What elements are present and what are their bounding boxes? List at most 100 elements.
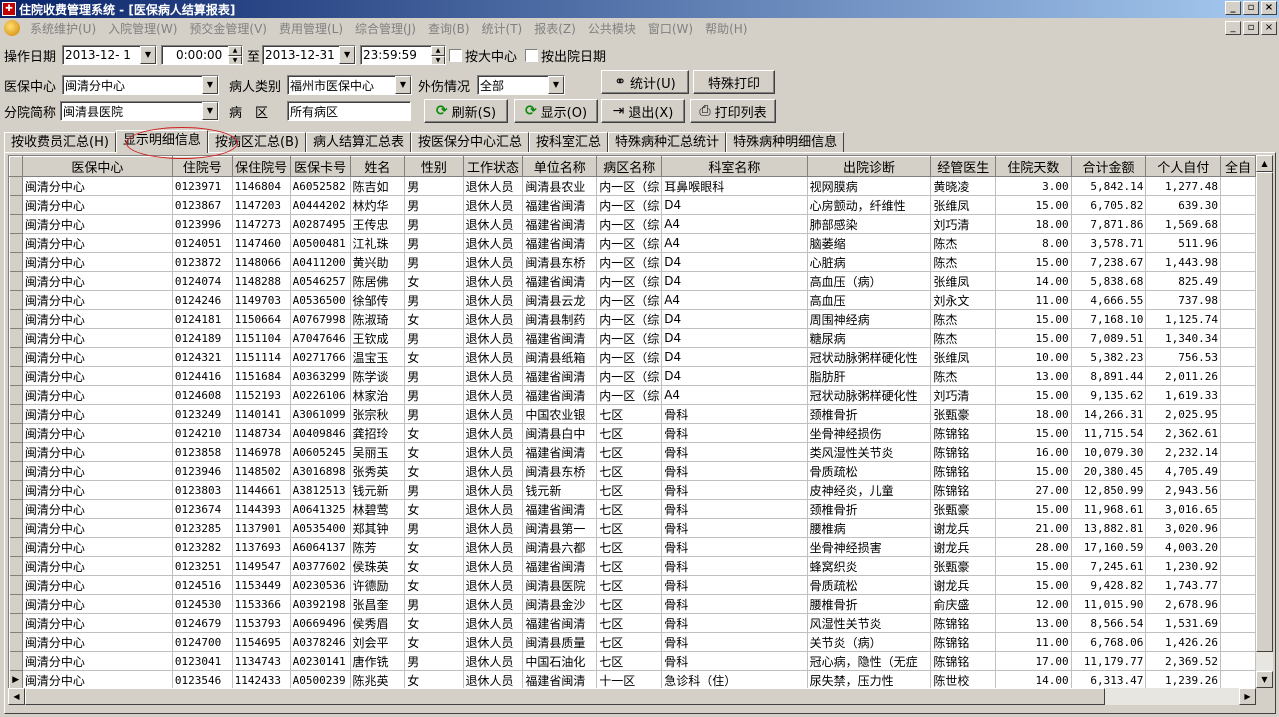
- table-cell[interactable]: 陈杰: [930, 309, 997, 329]
- special-print-button[interactable]: 特殊打印: [693, 70, 775, 94]
- table-cell[interactable]: 闽清县医院: [522, 575, 598, 595]
- col-header[interactable]: 科室名称: [661, 156, 808, 177]
- ward-input[interactable]: 所有病区: [287, 101, 411, 121]
- table-cell[interactable]: 退休人员: [463, 499, 524, 519]
- table-row[interactable]: 闽清分中心 0123041 1134743 A0230141 唐作铣男退休人员 中国石油化…: [9, 651, 1256, 671]
- table-cell[interactable]: D4: [661, 309, 808, 329]
- table-cell[interactable]: 4,705.49: [1145, 461, 1221, 481]
- row-indicator[interactable]: [9, 651, 23, 671]
- table-cell[interactable]: [1220, 594, 1256, 614]
- table-row[interactable]: 闽清分中心 0124074 1148288 A0546257 陈居佛女退休人员 福建省闽清…: [9, 271, 1256, 291]
- table-cell[interactable]: 女: [404, 613, 464, 633]
- table-cell[interactable]: 冠心病，隐性（无症: [807, 651, 932, 671]
- table-cell[interactable]: A0409846: [290, 423, 351, 443]
- table-cell[interactable]: 张昌奎: [350, 594, 406, 614]
- table-cell[interactable]: 男: [404, 518, 464, 538]
- table-cell[interactable]: 唐作铣: [350, 651, 406, 671]
- table-cell[interactable]: 七区: [596, 518, 663, 538]
- table-cell[interactable]: A4: [661, 233, 808, 253]
- table-cell[interactable]: 闽清分中心: [22, 594, 173, 614]
- table-cell[interactable]: 闽清分中心: [22, 366, 173, 386]
- table-row[interactable]: 闽清分中心 0124210 1148734 A0409846 龚招玲女退休人员 闽清县白中…: [9, 423, 1256, 443]
- table-cell[interactable]: [1220, 651, 1256, 671]
- table-cell[interactable]: 1144393: [232, 499, 291, 519]
- table-cell[interactable]: A3016898: [290, 461, 351, 481]
- mdi-child-icon[interactable]: [4, 20, 20, 36]
- mdi-close-button[interactable]: ×: [1261, 21, 1277, 35]
- row-indicator[interactable]: [9, 195, 23, 215]
- table-row[interactable]: 闽清分中心 0123971 1146804 A6052582 陈吉如男退休人员 闽清县农业…: [9, 176, 1256, 196]
- table-cell[interactable]: 七区: [596, 651, 663, 671]
- table-cell[interactable]: 龚招玲: [350, 423, 406, 443]
- table-cell[interactable]: 福建省闽清: [522, 328, 598, 348]
- table-cell[interactable]: 女: [404, 556, 464, 576]
- table-cell[interactable]: 11,968.61: [1071, 499, 1147, 519]
- col-header[interactable]: 性别: [404, 156, 464, 177]
- table-cell[interactable]: [1220, 613, 1256, 633]
- table-cell[interactable]: 闽清分中心: [22, 195, 173, 215]
- menu-query[interactable]: 查询(B): [422, 20, 476, 37]
- table-cell[interactable]: D4: [661, 328, 808, 348]
- table-cell[interactable]: 福建省闽清: [522, 385, 598, 405]
- table-cell[interactable]: 张维凤: [930, 195, 997, 215]
- table-cell[interactable]: 十一区: [596, 670, 663, 688]
- table-cell[interactable]: 4,666.55: [1071, 290, 1147, 310]
- chevron-down-icon[interactable]: ▼: [202, 102, 218, 120]
- table-cell[interactable]: 8,566.54: [1071, 613, 1147, 633]
- table-cell[interactable]: 1148502: [232, 461, 291, 481]
- table-cell[interactable]: 骨科: [661, 575, 808, 595]
- table-cell[interactable]: 11,715.54: [1071, 423, 1147, 443]
- table-cell[interactable]: 江礼珠: [350, 233, 406, 253]
- scroll-up-icon[interactable]: ▲: [1256, 155, 1273, 172]
- tab-special-disease-details[interactable]: 特殊病种明细信息: [726, 132, 845, 152]
- table-row[interactable]: 闽清分中心 0123282 1137693 A6064137 陈芳女退休人员 闽清县六都七…: [9, 537, 1256, 557]
- table-cell[interactable]: A0536500: [290, 290, 351, 310]
- table-cell[interactable]: 张维凤: [930, 347, 997, 367]
- table-cell[interactable]: 1147273: [232, 214, 291, 234]
- table-cell[interactable]: 许德励: [350, 575, 406, 595]
- table-cell[interactable]: 坐骨神经损害: [807, 537, 932, 557]
- table-cell[interactable]: 冠状动脉粥样硬化性: [807, 347, 932, 367]
- row-indicator[interactable]: [9, 461, 23, 481]
- table-cell[interactable]: 内一区（综: [596, 271, 663, 291]
- table-cell[interactable]: 男: [404, 480, 464, 500]
- table-cell[interactable]: 男: [404, 195, 464, 215]
- table-cell[interactable]: 女: [404, 537, 464, 557]
- table-cell[interactable]: [1220, 195, 1256, 215]
- table-row[interactable]: 闽清分中心 0124516 1153449 A0230536 许德励女退休人员 闽清县医院…: [9, 575, 1256, 595]
- chevron-down-icon[interactable]: ▼: [548, 76, 564, 94]
- col-header[interactable]: 病区名称: [596, 156, 663, 177]
- table-cell[interactable]: 冠状动脉粥样硬化性: [807, 385, 932, 405]
- table-cell[interactable]: 18.00: [995, 214, 1072, 234]
- table-cell[interactable]: 心房颤动，纤维性: [807, 195, 932, 215]
- table-cell[interactable]: 男: [404, 366, 464, 386]
- table-cell[interactable]: 高血压: [807, 290, 932, 310]
- table-cell[interactable]: 1144661: [232, 480, 291, 500]
- table-cell[interactable]: 退休人员: [463, 252, 524, 272]
- table-cell[interactable]: 1,531.69: [1145, 613, 1221, 633]
- time-to-spinner[interactable]: ▲ ▼: [431, 46, 446, 64]
- print-list-button[interactable]: ⎙ 打印列表: [690, 99, 776, 123]
- table-cell[interactable]: 闽清分中心: [22, 556, 173, 576]
- table-cell[interactable]: 0123867: [172, 195, 233, 215]
- table-cell[interactable]: 7,871.86: [1071, 214, 1147, 234]
- table-cell[interactable]: 张维凤: [930, 271, 997, 291]
- table-cell[interactable]: 闽清分中心: [22, 613, 173, 633]
- table-cell[interactable]: 陈锦铭: [930, 480, 997, 500]
- table-cell[interactable]: 骨科: [661, 651, 808, 671]
- row-indicator[interactable]: [9, 518, 23, 538]
- table-cell[interactable]: 闽清分中心: [22, 670, 173, 688]
- time-from-spinner[interactable]: ▲ ▼: [228, 46, 242, 64]
- table-cell[interactable]: 侯珠英: [350, 556, 406, 576]
- table-cell[interactable]: 闽清县东桥: [522, 252, 598, 272]
- table-cell[interactable]: 退休人员: [463, 575, 524, 595]
- table-cell[interactable]: 639.30: [1145, 195, 1221, 215]
- table-cell[interactable]: 张宗秋: [350, 404, 406, 424]
- time-to-input[interactable]: 23:59:59 ▲ ▼: [360, 45, 447, 65]
- menu-admission[interactable]: 入院管理(W): [102, 20, 183, 37]
- table-cell[interactable]: 女: [404, 309, 464, 329]
- table-cell[interactable]: 男: [404, 252, 464, 272]
- table-row[interactable]: 闽清分中心 0124051 1147460 A0500481 江礼珠男退休人员 福建省闽清…: [9, 233, 1256, 253]
- table-cell[interactable]: 0124416: [172, 366, 233, 386]
- table-cell[interactable]: 闽清分中心: [22, 176, 173, 196]
